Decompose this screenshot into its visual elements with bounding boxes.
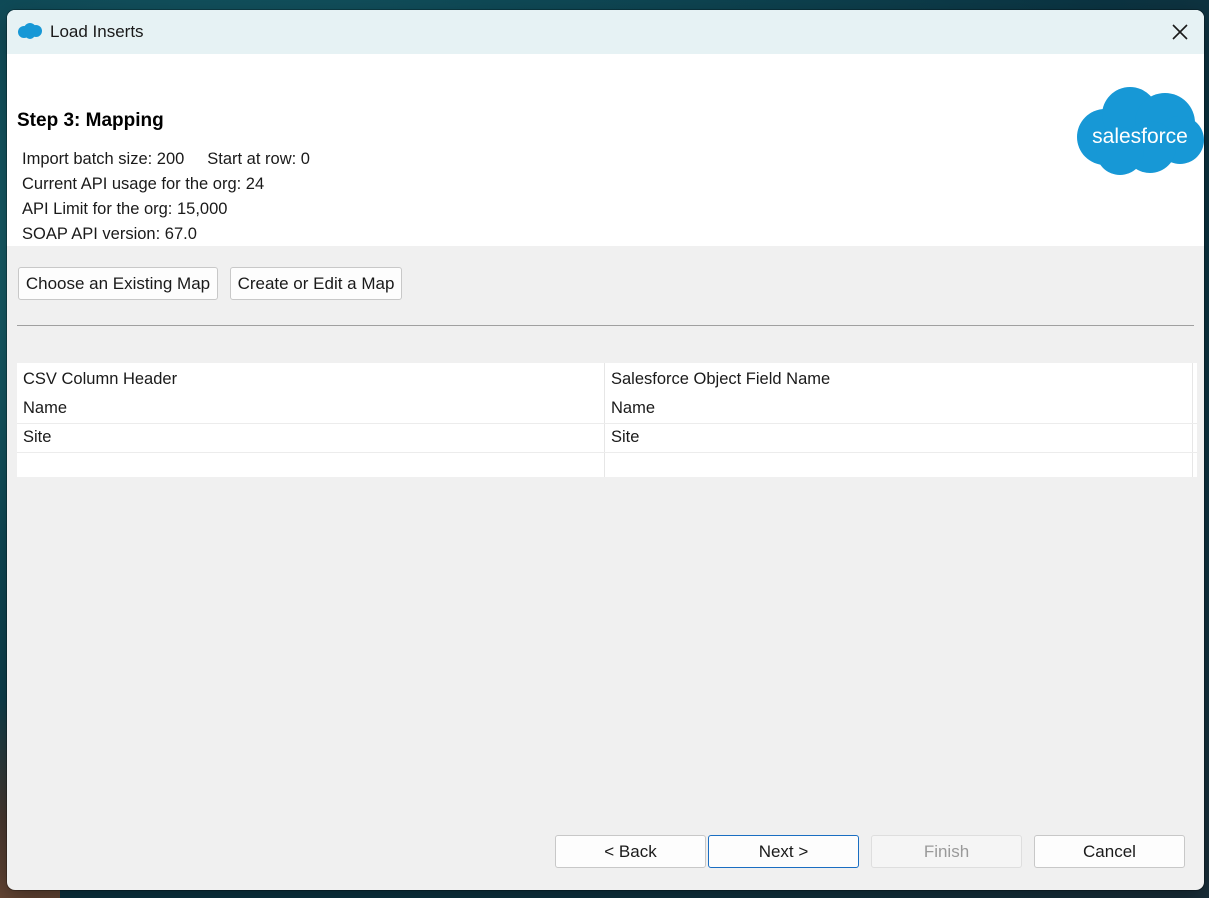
back-button[interactable]: < Back: [555, 835, 706, 868]
table-row[interactable]: Name Name: [17, 394, 1197, 423]
api-usage-info: Current API usage for the org: 24: [22, 175, 265, 193]
close-button[interactable]: [1156, 10, 1204, 54]
csv-column-cell: [17, 452, 605, 481]
window-title: Load Inserts: [50, 22, 144, 41]
finish-button[interactable]: Finish: [871, 835, 1022, 868]
csv-column-header: CSV Column Header: [23, 370, 178, 388]
table-row[interactable]: [17, 452, 1197, 477]
salesforce-field-cell: Name: [611, 399, 656, 417]
next-button[interactable]: Next >: [708, 835, 859, 868]
csv-column-cell: Name: [23, 399, 68, 417]
salesforce-field-cell: Site: [611, 428, 640, 446]
csv-column-cell: Site: [23, 428, 52, 446]
separator: [17, 325, 1194, 326]
salesforce-field-cell: [605, 452, 1193, 481]
api-limit-info: API Limit for the org: 15,000: [22, 200, 228, 218]
mapping-table: CSV Column Header Salesforce Object Fiel…: [17, 363, 1197, 477]
create-edit-map-button[interactable]: Create or Edit a Map: [230, 267, 402, 300]
batch-size-info: Import batch size: 200 Start at row: 0: [22, 150, 310, 168]
title-bar: Load Inserts: [7, 10, 1204, 54]
salesforce-field-header: Salesforce Object Field Name: [611, 370, 831, 388]
choose-existing-map-button[interactable]: Choose an Existing Map: [18, 267, 218, 300]
salesforce-logo: salesforce: [1077, 87, 1204, 175]
table-row[interactable]: Site Site: [17, 423, 1197, 452]
step-title: Step 3: Mapping: [17, 110, 164, 131]
table-header-row: CSV Column Header Salesforce Object Fiel…: [17, 365, 1197, 394]
close-icon: [1172, 24, 1188, 40]
logo-text: salesforce: [1092, 125, 1188, 148]
load-inserts-dialog: Load Inserts Step 3: Mapping Import batc…: [7, 10, 1204, 890]
soap-version-info: SOAP API version: 67.0: [22, 225, 197, 243]
salesforce-cloud-icon: [18, 23, 42, 39]
cancel-button[interactable]: Cancel: [1034, 835, 1185, 868]
